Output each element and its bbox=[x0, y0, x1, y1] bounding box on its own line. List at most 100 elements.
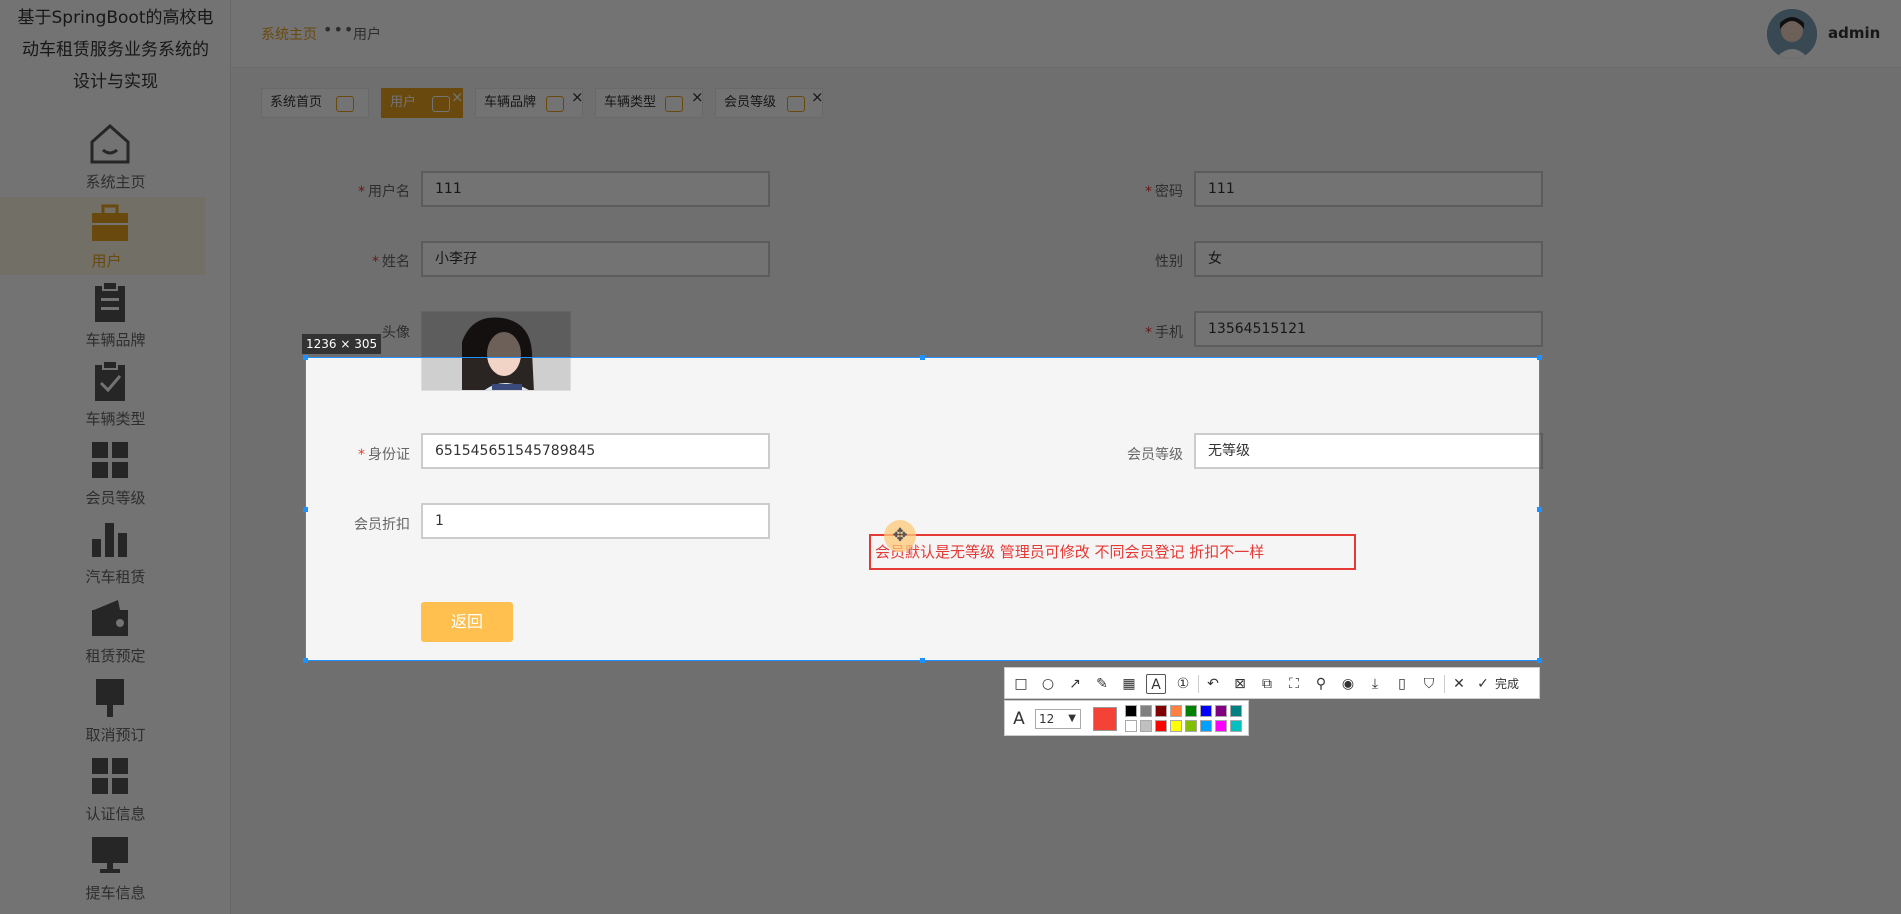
pencil-icon[interactable]: ✎ bbox=[1092, 674, 1112, 694]
sidebar-item-label: 系统主页 bbox=[85, 173, 146, 191]
color-swatch[interactable] bbox=[1155, 720, 1167, 732]
phone-label: * 手机 bbox=[1145, 325, 1183, 341]
bookmark-icon[interactable]: ⛉ bbox=[1419, 674, 1439, 694]
resize-handle[interactable] bbox=[303, 355, 308, 360]
long-screenshot-icon[interactable]: ⛶ bbox=[1284, 674, 1304, 694]
translate-icon[interactable]: ⧉ bbox=[1257, 674, 1277, 694]
color-swatch[interactable] bbox=[1125, 705, 1137, 717]
tab-label: 车辆品牌 bbox=[484, 95, 537, 110]
sidebar-item-label: 提车信息 bbox=[85, 884, 146, 902]
breadcrumb-home[interactable]: 系统主页 bbox=[261, 24, 317, 44]
tab-users[interactable]: 用户 × bbox=[381, 88, 464, 118]
selection-size-label: 1236 × 305 bbox=[302, 334, 382, 354]
rectangle-icon[interactable]: □ bbox=[1011, 674, 1031, 694]
username[interactable]: admin bbox=[1828, 24, 1880, 42]
sidebar-item-label: 汽车租赁 bbox=[85, 568, 146, 586]
color-swatch[interactable] bbox=[1125, 720, 1137, 732]
heart-icon bbox=[787, 96, 805, 112]
color-swatch[interactable] bbox=[1170, 720, 1182, 732]
password-label-text: 密码 bbox=[1155, 184, 1183, 200]
number-marker-icon[interactable]: ① bbox=[1173, 674, 1193, 694]
wallet-icon bbox=[92, 600, 128, 636]
gender-field[interactable]: 女 bbox=[1194, 241, 1543, 277]
app-title-line-1: 基于SpringBoot的高校电 bbox=[17, 8, 214, 28]
resize-handle[interactable] bbox=[1537, 507, 1542, 512]
sidebar-item-users[interactable]: 用户 bbox=[0, 197, 205, 275]
phone-save-icon[interactable]: ▯ bbox=[1392, 674, 1412, 694]
font-icon: A bbox=[1013, 709, 1025, 729]
color-swatch[interactable] bbox=[1140, 705, 1152, 717]
screenshot-toolbar: □ ○ ↗ ✎ ▦ A ① ↶ ⊠ ⧉ ⛶ ⚲ ◉ ⤓ ▯ ⛉ ✕ ✓ 完成 bbox=[1004, 667, 1540, 699]
resize-handle[interactable] bbox=[1537, 658, 1542, 663]
text-annotation[interactable]: 会员默认是无等级 管理员可修改 不同会员登记 折扣不一样 bbox=[869, 534, 1356, 570]
font-size-select[interactable]: 12 ▼ bbox=[1035, 709, 1081, 729]
close-icon[interactable]: × bbox=[691, 83, 704, 111]
color-swatch[interactable] bbox=[1215, 705, 1227, 717]
username-field[interactable]: 111 bbox=[421, 171, 770, 207]
close-icon[interactable]: ✕ bbox=[1449, 674, 1469, 694]
sidebar-item-certification[interactable]: 认证信息 bbox=[0, 750, 230, 828]
sidebar-item-label: 取消预订 bbox=[85, 726, 146, 744]
sidebar-item-pickup[interactable]: 提车信息 bbox=[0, 829, 230, 907]
color-swatch[interactable] bbox=[1140, 720, 1152, 732]
color-swatch[interactable] bbox=[1230, 720, 1242, 732]
sidebar-item-rental-booking[interactable]: 租赁预定 bbox=[0, 592, 230, 670]
resize-handle[interactable] bbox=[1537, 355, 1542, 360]
tab-member-level[interactable]: 会员等级 × bbox=[715, 88, 824, 118]
tab-home[interactable]: 系统首页 bbox=[261, 88, 369, 118]
color-swatch[interactable] bbox=[1155, 705, 1167, 717]
gender-label: 性别 bbox=[1155, 254, 1183, 270]
sidebar-item-member-level[interactable]: 会员等级 bbox=[0, 434, 230, 512]
clipboard-check-icon bbox=[95, 360, 125, 401]
tab-vehicle-brand[interactable]: 车辆品牌 × bbox=[475, 88, 584, 118]
sidebar-item-car-rental[interactable]: 汽车租赁 bbox=[0, 513, 230, 591]
close-icon[interactable]: × bbox=[451, 83, 464, 111]
name-field[interactable]: 小李孖 bbox=[421, 241, 770, 277]
arrow-icon[interactable]: ↗ bbox=[1065, 674, 1085, 694]
sidebar-item-label: 用户 bbox=[91, 252, 122, 270]
pin-icon[interactable]: ⚲ bbox=[1311, 674, 1331, 694]
password-field[interactable]: 111 bbox=[1194, 171, 1543, 207]
color-swatch[interactable] bbox=[1200, 705, 1212, 717]
user-avatar-icon bbox=[1767, 9, 1817, 59]
ocr-icon[interactable]: ⊠ bbox=[1230, 674, 1250, 694]
done-button[interactable]: 完成 bbox=[1495, 675, 1519, 692]
tab-vehicle-type[interactable]: 车辆类型 × bbox=[595, 88, 704, 118]
record-icon[interactable]: ◉ bbox=[1338, 674, 1358, 694]
chevron-down-icon: ▼ bbox=[1068, 713, 1076, 724]
color-swatch[interactable] bbox=[1200, 720, 1212, 732]
move-cursor-icon: ✥ bbox=[884, 520, 916, 552]
close-icon[interactable]: × bbox=[811, 83, 824, 111]
sidebar-item-vehicle-type[interactable]: 车辆类型 bbox=[0, 355, 230, 433]
phone-field[interactable]: 13564515121 bbox=[1194, 311, 1543, 347]
color-swatch[interactable] bbox=[1185, 705, 1197, 717]
username-label: * 用户名 bbox=[358, 184, 410, 200]
mosaic-icon[interactable]: ▦ bbox=[1119, 674, 1139, 694]
resize-handle[interactable] bbox=[303, 658, 308, 663]
sidebar-item-cancel-booking[interactable]: 取消预订 bbox=[0, 671, 230, 749]
ellipse-icon[interactable]: ○ bbox=[1038, 674, 1058, 694]
download-icon[interactable]: ⤓ bbox=[1365, 674, 1385, 694]
app-title-line-3: 设计与实现 bbox=[73, 72, 158, 92]
resize-handle[interactable] bbox=[303, 507, 308, 512]
tab-label: 车辆类型 bbox=[604, 95, 657, 110]
check-icon[interactable]: ✓ bbox=[1473, 674, 1493, 694]
tab-label: 用户 bbox=[390, 95, 417, 110]
close-icon[interactable]: × bbox=[571, 83, 584, 111]
resize-handle[interactable] bbox=[920, 355, 925, 360]
color-swatch[interactable] bbox=[1185, 720, 1197, 732]
sidebar-item-vehicle-brand[interactable]: 车辆品牌 bbox=[0, 276, 230, 354]
heart-icon bbox=[432, 96, 450, 112]
sidebar-item-home[interactable]: 系统主页 bbox=[0, 118, 230, 196]
avatar[interactable] bbox=[1767, 9, 1817, 59]
color-swatch[interactable] bbox=[1230, 705, 1242, 717]
color-swatch[interactable] bbox=[1215, 720, 1227, 732]
breadcrumb-separator: ••• bbox=[323, 20, 355, 39]
current-color-swatch[interactable] bbox=[1093, 707, 1117, 731]
text-tool-icon[interactable]: A bbox=[1146, 674, 1166, 694]
undo-icon[interactable]: ↶ bbox=[1203, 674, 1223, 694]
color-swatch[interactable] bbox=[1170, 705, 1182, 717]
screenshot-selection[interactable] bbox=[305, 357, 1540, 661]
sidebar-item-label: 车辆类型 bbox=[85, 410, 146, 428]
resize-handle[interactable] bbox=[920, 658, 925, 663]
